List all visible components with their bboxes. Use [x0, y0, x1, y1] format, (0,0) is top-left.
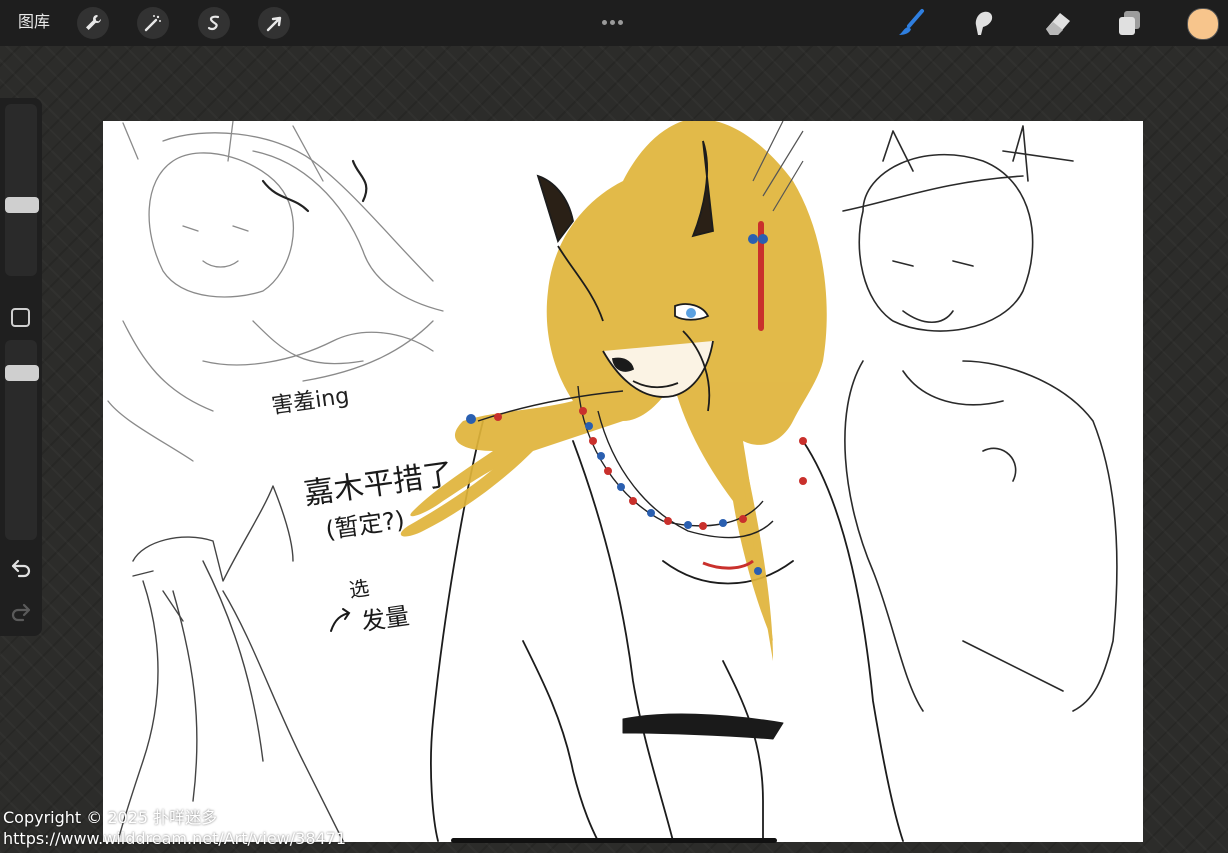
layers-button[interactable]	[1114, 7, 1146, 39]
sketch-right	[842, 125, 1118, 712]
eraser-button[interactable]	[1042, 7, 1074, 39]
note-arrow	[330, 608, 351, 632]
redo-icon[interactable]	[10, 600, 32, 622]
sketch-bottom-left	[117, 485, 344, 842]
transform-button[interactable]	[258, 7, 290, 39]
selection-button[interactable]	[198, 7, 230, 39]
sketch-artwork	[107, 121, 1118, 842]
sketch-center-body	[430, 420, 904, 842]
layers-icon	[1119, 11, 1140, 35]
smudge-icon	[975, 11, 993, 35]
gallery-button[interactable]: 图库	[18, 11, 50, 33]
color-picker-button[interactable]	[1187, 8, 1219, 40]
more-options-dots[interactable]	[602, 10, 626, 29]
home-indicator	[451, 838, 777, 843]
watermark: Copyright © 2025 扑咩迷多 https://www.wilddr…	[3, 807, 346, 849]
magic-wand-icon	[144, 15, 161, 32]
top-toolbar: 图库	[0, 0, 1228, 46]
drawing-canvas[interactable]: 害羞ing 嘉木平措了 (暂定?) 选 发量	[103, 121, 1143, 842]
transform-arrow-icon	[266, 16, 282, 32]
wrench-icon	[86, 15, 101, 30]
brush-size-slider[interactable]	[5, 104, 37, 276]
note-hair-a: 选	[347, 575, 371, 603]
eraser-icon	[1046, 13, 1070, 35]
hair-color-fill	[400, 121, 827, 661]
selection-icon	[207, 15, 220, 31]
left-sidebar	[0, 98, 42, 636]
brush-icon	[899, 9, 924, 35]
watermark-url: https://www.wilddream.net/Art/view/38471	[3, 829, 347, 848]
brush-button[interactable]	[896, 7, 928, 39]
brush-size-thumb[interactable]	[5, 197, 39, 213]
opacity-thumb[interactable]	[5, 365, 39, 381]
actions-button[interactable]	[77, 7, 109, 39]
modify-button[interactable]	[11, 308, 30, 327]
adjustments-button[interactable]	[137, 7, 169, 39]
watermark-copyright: Copyright © 2025 扑咩迷多	[3, 808, 218, 827]
undo-icon[interactable]	[10, 556, 32, 578]
belt-sash	[622, 713, 784, 740]
smudge-button[interactable]	[968, 7, 1000, 39]
